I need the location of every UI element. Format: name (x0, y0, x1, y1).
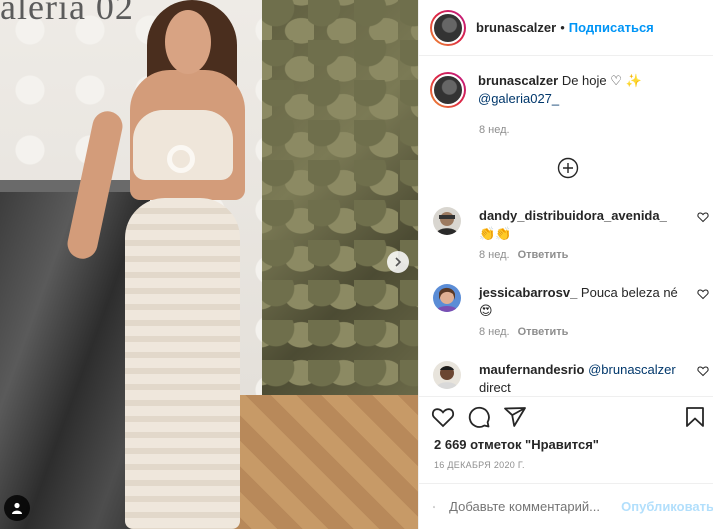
comment-mention-link[interactable]: @brunascalzer (588, 362, 676, 377)
post-photo[interactable]: aleria 02 (0, 0, 418, 529)
comment-meta: 8 нед. Ответить (479, 249, 568, 261)
comment-username[interactable]: dandy_distribuidora_avenida_ (479, 208, 667, 223)
comment-timestamp[interactable]: 8 нед. (479, 326, 510, 338)
heart-icon[interactable] (697, 288, 709, 300)
comment-avatar[interactable] (433, 284, 461, 312)
comment-text: jessicabarrosv_ Pouca beleza né 😍 (479, 284, 684, 320)
bookmark-icon[interactable] (683, 405, 707, 429)
header-username[interactable]: bruna­scalzer (476, 20, 556, 35)
caption-mention-link[interactable]: @galeria027_ (478, 91, 559, 106)
reply-button[interactable]: Ответить (518, 249, 569, 261)
emoji-icon[interactable] (433, 495, 436, 519)
follow-button[interactable]: Подписаться (569, 20, 654, 35)
photo-plant-wall (262, 0, 418, 395)
post-side-panel: bruna­scalzer • Подписаться brunascalzer… (418, 0, 713, 529)
person-icon[interactable] (4, 495, 30, 521)
photo-skirt (125, 198, 240, 529)
add-comment-bar: Опубликовать (419, 483, 713, 529)
comment-meta: 8 нед. Ответить (479, 326, 568, 338)
post-date[interactable]: 16 ДЕКАБРЯ 2020 Г. (434, 460, 525, 470)
caption-username[interactable]: brunascalzer (478, 73, 558, 88)
comment-avatar[interactable] (433, 361, 461, 389)
comment-item: jessicabarrosv_ Pouca beleza né 😍 (433, 284, 709, 320)
post-comment-button[interactable]: Опубликовать (621, 499, 713, 514)
comment-username[interactable]: maufernandesrio (479, 362, 584, 377)
avatar[interactable] (430, 9, 466, 46)
actions-divider (419, 396, 713, 397)
comment-icon[interactable] (467, 405, 491, 429)
caption-avatar[interactable] (430, 72, 466, 108)
caption-timestamp[interactable]: 8 нед. (479, 124, 510, 136)
comment-text: maufernandesrio @brunascalzer direct (479, 361, 684, 397)
post-caption: brunascalzer De hoje ♡ ✨ @galeria027_ (430, 72, 705, 108)
heart-icon[interactable] (697, 211, 709, 223)
action-bar (431, 405, 711, 433)
comment-input[interactable] (449, 499, 620, 514)
comment-timestamp[interactable]: 8 нед. (479, 249, 510, 261)
comment-username[interactable]: jessicabarrosv_ (479, 285, 577, 300)
header-separator: • (560, 20, 565, 35)
post-header: bruna­scalzer • Подписаться (419, 0, 713, 56)
reply-button[interactable]: Ответить (518, 326, 569, 338)
paper-plane-icon[interactable] (503, 405, 527, 429)
photo-top-ring (167, 145, 195, 173)
caption-text: De hoje ♡ ✨ (561, 73, 642, 88)
caption-body: brunascalzer De hoje ♡ ✨ @galeria027_ (478, 72, 642, 108)
comment-item: maufernandesrio @brunascalzer direct (433, 361, 709, 397)
plus-circle-icon[interactable] (557, 157, 579, 179)
comment-item: dandy_distribuidora_avenida_ 👏👏 (433, 207, 709, 243)
likes-count[interactable]: 2 669 отметок "Нравится" (434, 437, 599, 452)
comment-avatar[interactable] (433, 207, 461, 235)
chevron-right-icon[interactable] (387, 251, 409, 273)
photo-person (64, 0, 255, 529)
photo-face (165, 10, 211, 74)
heart-icon[interactable] (697, 365, 709, 377)
comment-body: 👏👏 (479, 226, 512, 241)
comment-body: direct (479, 380, 511, 395)
heart-icon[interactable] (431, 405, 455, 429)
comment-text: dandy_distribuidora_avenida_ 👏👏 (479, 207, 684, 243)
